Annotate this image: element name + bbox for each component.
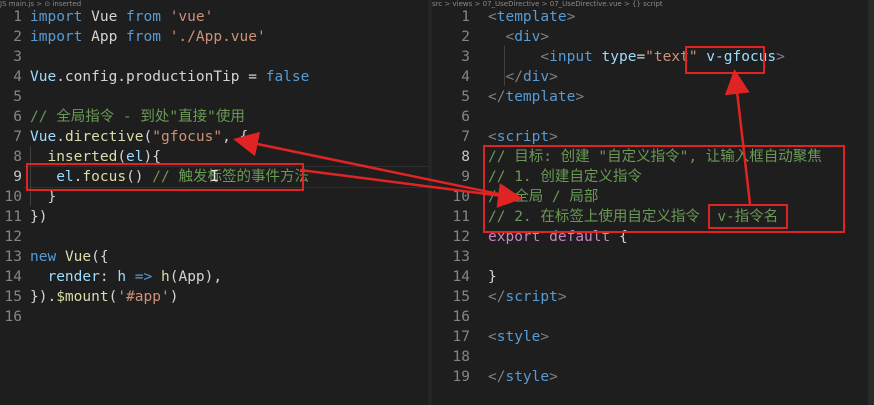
arrow-comment-to-gfocus [233,131,519,200]
annotation-arrows [233,69,752,208]
scrollbar[interactable] [868,0,874,405]
arrow-name-to-attr [724,69,752,205]
